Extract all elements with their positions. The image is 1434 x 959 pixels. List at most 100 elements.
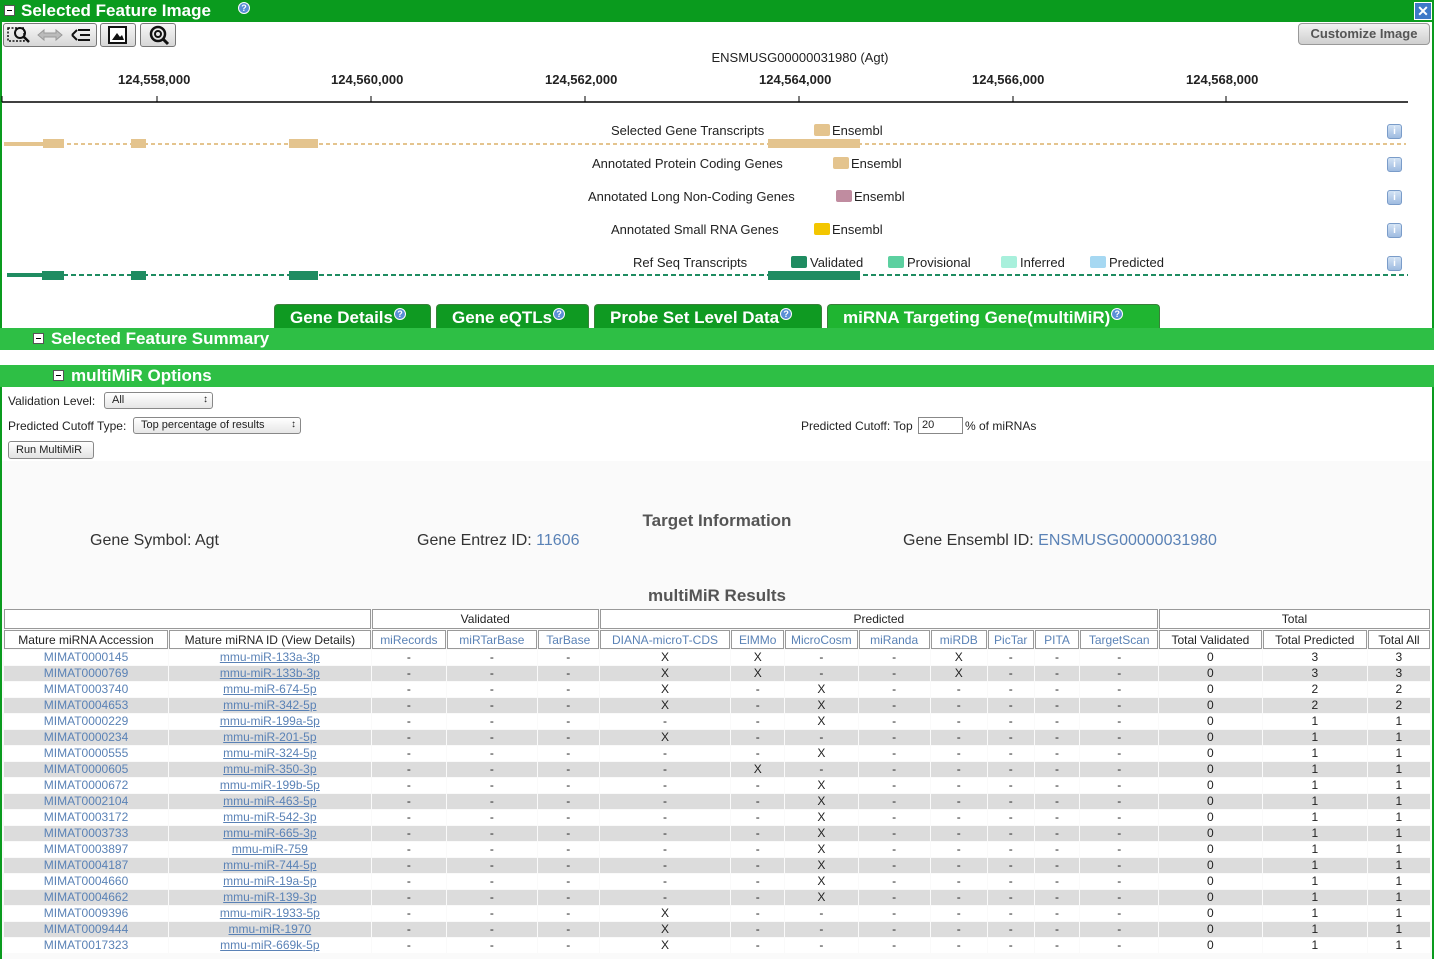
column-header[interactable]: Total Predicted — [1262, 630, 1367, 649]
table-cell: - — [987, 842, 1034, 857]
column-header[interactable]: DIANA-microT-CDS — [599, 630, 731, 649]
customize-image-button[interactable]: Customize Image — [1298, 23, 1430, 45]
collapse-icon[interactable] — [4, 5, 15, 16]
mirna-id-link[interactable]: mmu-miR-139-3p — [169, 890, 371, 905]
list-indent-icon[interactable] — [71, 29, 90, 41]
cutoff-type-select[interactable]: Top percentage of results — [133, 417, 301, 434]
column-header[interactable]: miRTarBase — [447, 630, 537, 649]
table-cell: - — [447, 666, 537, 681]
mirna-id-link[interactable]: mmu-miR-199b-5p — [169, 778, 371, 793]
help-icon[interactable]: ? — [553, 308, 566, 320]
mirna-id-link[interactable]: mmu-miR-201-5p — [169, 730, 371, 745]
collapse-icon[interactable] — [53, 370, 64, 381]
multimir-options-header[interactable]: multiMiR Options — [0, 365, 1434, 387]
mirna-accession-link[interactable]: MIMAT0004187 — [4, 858, 168, 873]
mirna-accession-link[interactable]: MIMAT0004653 — [4, 698, 168, 713]
zoom-select-icon[interactable] — [7, 27, 30, 43]
mirna-accession-link[interactable]: MIMAT0003897 — [4, 842, 168, 857]
close-icon[interactable]: ✕ — [1414, 2, 1432, 20]
help-icon[interactable]: ? — [394, 308, 406, 320]
mirna-id-link[interactable]: mmu-miR-759 — [169, 842, 371, 857]
mirna-accession-link[interactable]: MIMAT0002104 — [4, 794, 168, 809]
track-info-icon[interactable]: i — [1387, 223, 1402, 238]
help-icon[interactable]: ? — [780, 308, 793, 320]
mirna-id-link[interactable]: mmu-miR-19a-5p — [169, 874, 371, 889]
mirna-id-link[interactable]: mmu-miR-133a-3p — [169, 650, 371, 665]
table-cell: - — [447, 794, 537, 809]
mirna-accession-link[interactable]: MIMAT0003740 — [4, 682, 168, 697]
column-header[interactable]: PITA — [1034, 630, 1080, 649]
table-cell: - — [1034, 826, 1080, 841]
table-cell: - — [371, 842, 447, 857]
table-cell: - — [371, 666, 447, 681]
target-zoom-icon — [149, 25, 170, 46]
column-header[interactable]: TarBase — [537, 630, 599, 649]
mirna-id-link[interactable]: mmu-miR-342-5p — [169, 698, 371, 713]
table-cell: 0 — [1158, 826, 1262, 841]
track-info-icon[interactable]: i — [1387, 157, 1402, 172]
mirna-accession-link[interactable]: MIMAT0000769 — [4, 666, 168, 681]
column-header[interactable]: Mature miRNA Accession — [4, 630, 168, 649]
mirna-id-link[interactable]: mmu-miR-199a-5p — [169, 714, 371, 729]
help-icon[interactable]: ? — [238, 2, 250, 14]
column-header[interactable]: miRecords — [371, 630, 447, 649]
mirna-id-link[interactable]: mmu-miR-133b-3p — [169, 666, 371, 681]
tab-gene-details[interactable]: Gene Details? — [274, 304, 431, 329]
mirna-accession-link[interactable]: MIMAT0004662 — [4, 890, 168, 905]
pan-icon[interactable] — [37, 28, 63, 42]
collapse-icon[interactable] — [33, 333, 44, 344]
mirna-id-link[interactable]: mmu-miR-669k-5p — [169, 938, 371, 953]
column-header[interactable]: TargetScan — [1080, 630, 1158, 649]
legend-label: Predicted — [1109, 255, 1164, 270]
table-cell: - — [1034, 906, 1080, 921]
mirna-id-link[interactable]: mmu-miR-324-5p — [169, 746, 371, 761]
column-header[interactable]: miRDB — [930, 630, 987, 649]
mirna-accession-link[interactable]: MIMAT0000229 — [4, 714, 168, 729]
table-row: MIMAT0002104 mmu-miR-463-5p - - - - - X - - - - -0 1 1 — [4, 794, 1430, 809]
tab-mirna-targeting-gene[interactable]: miRNA Targeting Gene(multiMiR)? — [827, 304, 1160, 329]
tab-probe-set-level-data[interactable]: Probe Set Level Data? — [594, 304, 822, 329]
gene-ensembl-link[interactable]: ENSMUSG00000031980 — [1038, 532, 1217, 549]
mirna-accession-link[interactable]: MIMAT0003733 — [4, 826, 168, 841]
mirna-id-link[interactable]: mmu-miR-542-3p — [169, 810, 371, 825]
track-info-icon[interactable]: i — [1387, 190, 1402, 205]
gene-entrez-link[interactable]: 11606 — [536, 532, 579, 549]
mirna-id-link[interactable]: mmu-miR-463-5p — [169, 794, 371, 809]
mirna-id-link[interactable]: mmu-miR-1933-5p — [169, 906, 371, 921]
mirna-accession-link[interactable]: MIMAT0000672 — [4, 778, 168, 793]
mirna-accession-link[interactable]: MIMAT0003172 — [4, 810, 168, 825]
column-header[interactable]: Mature miRNA ID (View Details) — [169, 630, 371, 649]
track-info-icon[interactable]: i — [1387, 124, 1402, 139]
mirna-id-link[interactable]: mmu-miR-350-3p — [169, 762, 371, 777]
reset-view-button[interactable] — [140, 23, 176, 47]
selected-feature-summary-header[interactable]: Selected Feature Summary — [0, 328, 1434, 350]
export-image-button[interactable] — [100, 23, 136, 47]
column-header[interactable]: Total All — [1367, 630, 1430, 649]
column-header[interactable]: Total Validated — [1158, 630, 1262, 649]
mirna-accession-link[interactable]: MIMAT0009444 — [4, 922, 168, 937]
mirna-accession-link[interactable]: MIMAT0009396 — [4, 906, 168, 921]
validation-level-select[interactable]: All — [104, 392, 213, 409]
mirna-id-link[interactable]: mmu-miR-665-3p — [169, 826, 371, 841]
mirna-accession-link[interactable]: MIMAT0017323 — [4, 938, 168, 953]
mirna-accession-link[interactable]: MIMAT0000605 — [4, 762, 168, 777]
column-header[interactable]: miRanda — [858, 630, 930, 649]
column-header[interactable]: MicroCosm — [785, 630, 858, 649]
tab-gene-eqtls[interactable]: Gene eQTLs? — [436, 304, 589, 329]
mirna-id-link[interactable]: mmu-miR-674-5p — [169, 682, 371, 697]
table-cell: - — [858, 794, 930, 809]
mirna-accession-link[interactable]: MIMAT0000555 — [4, 746, 168, 761]
run-multimir-button[interactable]: Run MultiMiR — [8, 441, 94, 459]
table-cell: - — [537, 906, 599, 921]
column-header[interactable]: ElMMo — [731, 630, 785, 649]
column-header[interactable]: PicTar — [987, 630, 1034, 649]
cutoff-input[interactable]: 20 — [918, 417, 963, 434]
mirna-id-link[interactable]: mmu-miR-744-5p — [169, 858, 371, 873]
track-info-icon[interactable]: i — [1387, 256, 1402, 271]
mirna-accession-link[interactable]: MIMAT0000145 — [4, 650, 168, 665]
mirna-accession-link[interactable]: MIMAT0004660 — [4, 874, 168, 889]
table-cell: - — [930, 714, 987, 729]
mirna-id-link[interactable]: mmu-miR-1970 — [169, 922, 371, 937]
mirna-accession-link[interactable]: MIMAT0000234 — [4, 730, 168, 745]
help-icon[interactable]: ? — [1111, 308, 1124, 320]
